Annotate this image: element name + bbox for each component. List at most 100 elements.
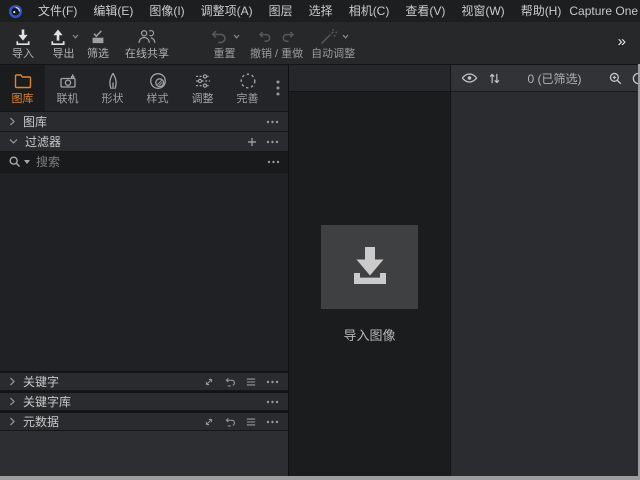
section-metadata[interactable]: 元数据 bbox=[0, 411, 288, 431]
chevron-right-icon bbox=[9, 377, 16, 386]
tool-tab-bar: 图库 联机 形状 bbox=[0, 65, 288, 112]
import-button[interactable]: 导入 bbox=[12, 25, 34, 61]
tether-camera-icon bbox=[58, 71, 78, 91]
chevron-down-icon bbox=[72, 34, 79, 39]
viewer-body: 导入图像 bbox=[289, 92, 450, 476]
library-more-button[interactable] bbox=[266, 120, 279, 124]
import-images-label: 导入图像 bbox=[343, 325, 395, 344]
left-tools-panel: 图库 联机 形状 bbox=[0, 65, 289, 476]
partial-circle-icon bbox=[631, 71, 638, 86]
section-keyword-library[interactable]: 关键字库 bbox=[0, 391, 288, 411]
content-area: 图库 联机 形状 bbox=[0, 65, 638, 476]
tab-refine[interactable]: 完善 bbox=[225, 65, 270, 111]
keywords-copy-apply-button[interactable] bbox=[203, 376, 215, 388]
tab-shapes[interactable]: 形状 bbox=[90, 65, 135, 111]
share-online-button[interactable]: 在线共享 bbox=[125, 25, 169, 61]
sliders-icon bbox=[193, 71, 213, 91]
section-keywords[interactable]: 关键字 bbox=[0, 371, 288, 391]
keywords-reset-button[interactable] bbox=[224, 376, 236, 388]
import-images-button[interactable] bbox=[321, 225, 418, 309]
titlebar: 文件(F) 编辑(E) 图像(I) 调整项(A) 图层 选择 相机(C) 查看(… bbox=[0, 0, 640, 22]
keywords-presets-button[interactable] bbox=[245, 377, 257, 387]
section-library[interactable]: 图库 bbox=[0, 112, 288, 132]
filter-button[interactable]: 筛选 bbox=[87, 25, 109, 61]
ellipsis-icon bbox=[267, 160, 280, 164]
redo-icon bbox=[280, 29, 296, 45]
tab-overflow-button[interactable] bbox=[273, 77, 283, 99]
tab-adjustments[interactable]: 调整 bbox=[180, 65, 225, 111]
window-border-bottom bbox=[0, 476, 640, 480]
sort-button[interactable] bbox=[488, 72, 501, 85]
chevron-down-icon bbox=[9, 138, 18, 145]
metadata-more-button[interactable] bbox=[266, 420, 279, 424]
menu-help[interactable]: 帮助(H) bbox=[513, 0, 570, 22]
ellipsis-icon bbox=[266, 420, 279, 424]
magic-wand-icon bbox=[318, 27, 338, 47]
filters-more-button[interactable] bbox=[266, 140, 279, 144]
menu-edit[interactable]: 编辑(E) bbox=[85, 0, 141, 22]
sort-arrows-icon bbox=[488, 72, 501, 85]
folder-icon bbox=[13, 71, 33, 91]
share-people-icon bbox=[135, 27, 159, 46]
hamburger-icon bbox=[245, 377, 257, 387]
add-filter-button[interactable] bbox=[247, 137, 257, 147]
search-bar bbox=[0, 152, 288, 173]
browser-panel: 0 (已筛选) bbox=[451, 65, 638, 476]
metadata-copy-apply-button[interactable] bbox=[203, 416, 215, 428]
chevron-down-icon bbox=[24, 160, 30, 164]
export-icon bbox=[48, 27, 68, 47]
toolbar-overflow-button[interactable]: » bbox=[618, 33, 630, 50]
reset-undo-icon bbox=[209, 27, 229, 47]
viewer-area: 导入图像 bbox=[289, 65, 451, 476]
browser-header: 0 (已筛选) bbox=[451, 65, 638, 92]
undo-redo-button[interactable]: 撤销 / 重做 bbox=[250, 25, 303, 61]
reset-button[interactable]: 重置 bbox=[209, 25, 240, 61]
tab-capture[interactable]: 联机 bbox=[45, 65, 90, 111]
styles-circle-icon bbox=[148, 71, 168, 91]
menu-file[interactable]: 文件(F) bbox=[30, 0, 85, 22]
search-more-button[interactable] bbox=[267, 160, 280, 164]
section-filters[interactable]: 过滤器 bbox=[0, 132, 288, 152]
preview-toggle-button[interactable] bbox=[461, 72, 478, 84]
search-input[interactable] bbox=[36, 155, 267, 169]
kebab-menu-icon bbox=[276, 80, 280, 96]
chevron-right-icon bbox=[9, 117, 16, 126]
chevron-down-icon bbox=[233, 34, 240, 39]
left-panel-footer bbox=[0, 431, 288, 476]
eye-icon bbox=[461, 72, 478, 84]
menu-adjustments[interactable]: 调整项(A) bbox=[193, 0, 261, 22]
ellipsis-icon bbox=[266, 120, 279, 124]
ellipsis-icon bbox=[266, 400, 279, 404]
diagonal-arrows-icon bbox=[203, 416, 215, 428]
metadata-reset-button[interactable] bbox=[224, 416, 236, 428]
hamburger-icon bbox=[245, 417, 257, 427]
auto-adjust-button[interactable]: 自动调整 bbox=[311, 25, 355, 61]
download-tray-icon bbox=[347, 246, 393, 288]
tab-styles[interactable]: 样式 bbox=[135, 65, 180, 111]
keyword-library-more-button[interactable] bbox=[266, 400, 279, 404]
browser-empty-body bbox=[451, 92, 638, 476]
pen-nib-icon bbox=[103, 71, 123, 91]
keywords-more-button[interactable] bbox=[266, 380, 279, 384]
tab-library[interactable]: 图库 bbox=[0, 65, 45, 111]
menu-camera[interactable]: 相机(C) bbox=[341, 0, 398, 22]
chevron-right-icon bbox=[9, 397, 16, 406]
diagonal-arrows-icon bbox=[203, 376, 215, 388]
app-logo-icon bbox=[8, 4, 23, 19]
menu-layer[interactable]: 图层 bbox=[261, 0, 301, 22]
search-icon bbox=[8, 155, 22, 169]
dashed-circle-icon bbox=[238, 71, 258, 91]
menu-view[interactable]: 查看(V) bbox=[397, 0, 453, 22]
thumbnail-zoom-button[interactable] bbox=[608, 71, 623, 86]
browser-settings-button[interactable] bbox=[631, 71, 638, 86]
menu-window[interactable]: 视窗(W) bbox=[453, 0, 512, 22]
metadata-presets-button[interactable] bbox=[245, 417, 257, 427]
window-title: Capture One bbox=[569, 4, 640, 18]
zoom-in-icon bbox=[608, 71, 623, 86]
chevron-right-icon bbox=[9, 417, 16, 426]
image-count-label: 0 (已筛选) bbox=[501, 70, 608, 87]
export-button[interactable]: 导出 bbox=[48, 25, 79, 61]
menu-select[interactable]: 选择 bbox=[301, 0, 341, 22]
menu-image[interactable]: 图像(I) bbox=[141, 0, 192, 22]
main-toolbar: 导入 导出 筛选 bbox=[0, 22, 640, 65]
